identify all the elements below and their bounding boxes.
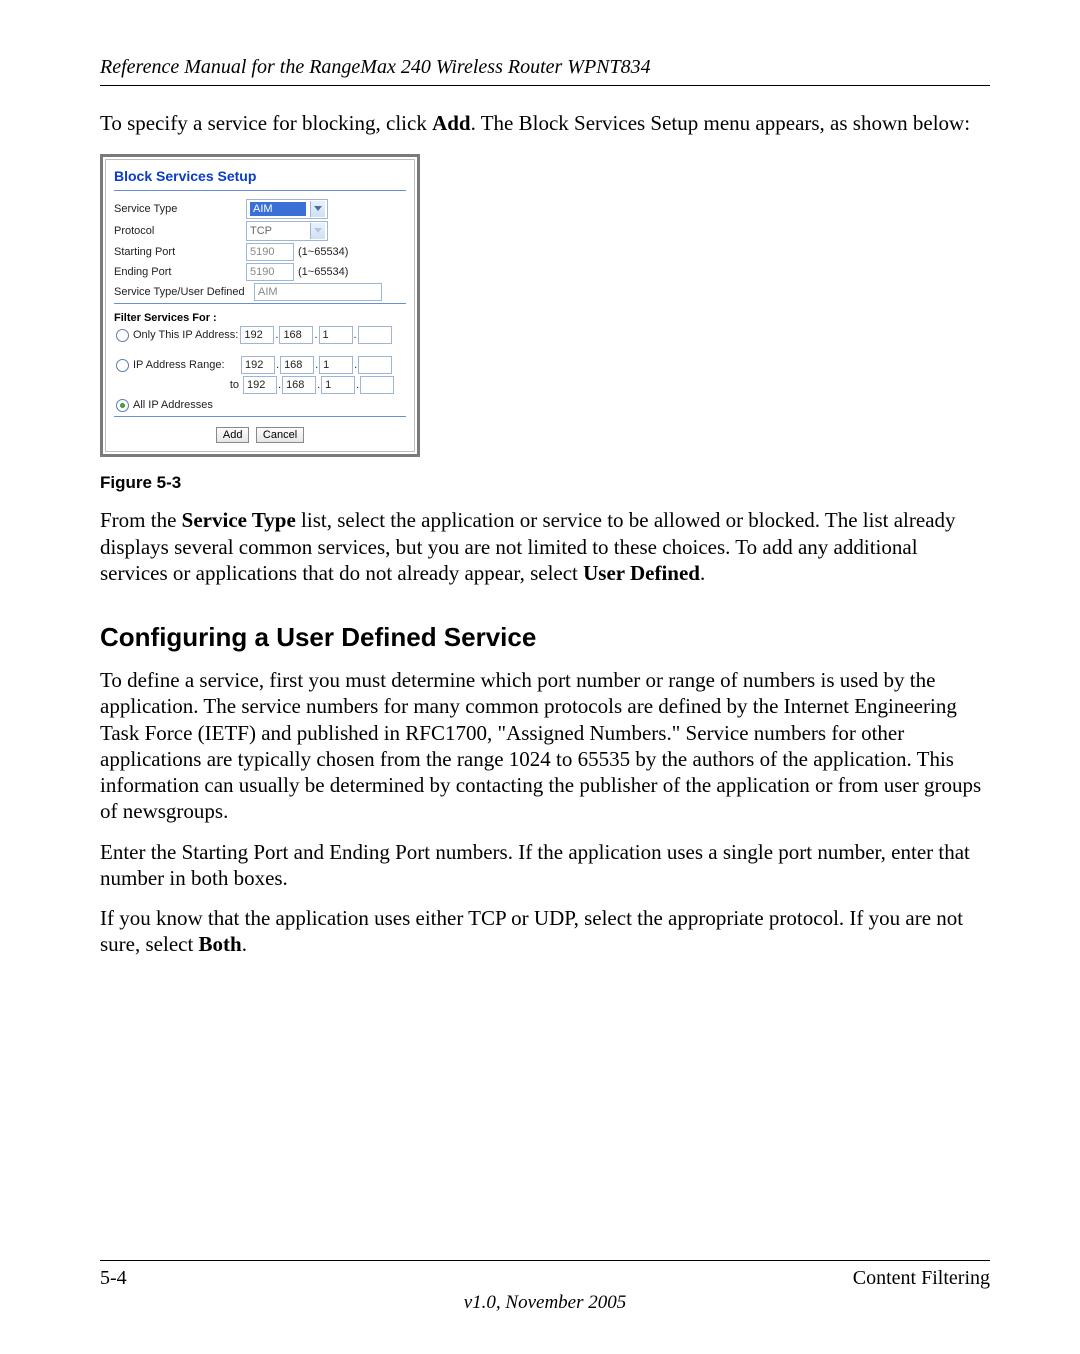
block-services-screenshot: Block Services Setup Service Type AIM Pr… xyxy=(100,154,420,457)
port-range-hint: (1~65534) xyxy=(298,246,348,258)
intro-bold-add: Add xyxy=(432,111,471,135)
ip-range-to-group: 192. 168. 1. xyxy=(243,376,394,394)
ip-octet-input[interactable]: 168 xyxy=(282,376,316,394)
panel-title: Block Services Setup xyxy=(114,168,406,184)
label-to: to xyxy=(114,379,243,391)
add-button[interactable]: Add xyxy=(216,427,250,443)
ip-octet-input[interactable]: 192 xyxy=(241,356,275,374)
protocol-select[interactable]: TCP xyxy=(246,221,328,241)
footer-rule xyxy=(100,1260,990,1261)
intro-paragraph: To specify a service for blocking, click… xyxy=(100,110,990,136)
service-type-select[interactable]: AIM xyxy=(246,199,328,219)
ports-paragraph: Enter the Starting Port and Ending Port … xyxy=(100,839,990,892)
ip-octet-input[interactable] xyxy=(358,326,392,344)
service-type-value: AIM xyxy=(250,202,306,216)
footer-version: v1.0, November 2005 xyxy=(100,1292,990,1314)
radio-only-ip[interactable] xyxy=(116,329,129,342)
chevron-down-icon xyxy=(310,223,325,239)
intro-text-post: . The Block Services Setup menu appears,… xyxy=(471,111,970,135)
intro-text: To specify a service for blocking, click xyxy=(100,111,432,135)
ip-octet-input[interactable]: 1 xyxy=(321,376,355,394)
cancel-button[interactable]: Cancel xyxy=(256,427,304,443)
service-type-paragraph: From the Service Type list, select the a… xyxy=(100,507,990,586)
ip-octet-input[interactable]: 168 xyxy=(280,356,314,374)
label-service-type: Service Type xyxy=(114,203,246,215)
protocol-value: TCP xyxy=(250,225,306,237)
radio-all-ip[interactable] xyxy=(116,399,129,412)
chevron-down-icon xyxy=(310,201,325,217)
define-service-paragraph: To define a service, first you must dete… xyxy=(100,667,990,825)
section-heading: Configuring a User Defined Service xyxy=(100,622,990,653)
ip-octet-input[interactable]: 192 xyxy=(240,326,274,344)
ip-octet-input[interactable] xyxy=(358,356,392,374)
ip-octet-input[interactable] xyxy=(360,376,394,394)
port-range-hint: (1~65534) xyxy=(298,266,348,278)
radio-ip-range[interactable] xyxy=(116,359,129,372)
label-user-defined: Service Type/User Defined xyxy=(114,286,254,298)
protocol-paragraph: If you know that the application uses ei… xyxy=(100,905,990,958)
page-header: Reference Manual for the RangeMax 240 Wi… xyxy=(100,56,990,79)
user-defined-input[interactable]: AIM xyxy=(254,283,382,301)
filter-heading: Filter Services For : xyxy=(114,312,406,324)
panel-rule xyxy=(114,190,406,191)
ip-octet-input[interactable]: 1 xyxy=(319,356,353,374)
ending-port-input[interactable]: 5190 xyxy=(246,263,294,281)
label-starting-port: Starting Port xyxy=(114,246,246,258)
panel-rule xyxy=(114,416,406,417)
page-number: 5-4 xyxy=(100,1267,127,1290)
label-all-ip: All IP Addresses xyxy=(133,399,213,411)
only-ip-input-group: 192. 168. 1. xyxy=(240,326,391,344)
label-protocol: Protocol xyxy=(114,225,246,237)
figure-caption: Figure 5-3 xyxy=(100,473,990,493)
ip-range-from-group: 192. 168. 1. xyxy=(241,356,392,374)
ip-octet-input[interactable]: 192 xyxy=(243,376,277,394)
label-ip-range: IP Address Range: xyxy=(133,359,241,371)
footer-line: 5-4 Content Filtering xyxy=(100,1267,990,1290)
section-name: Content Filtering xyxy=(853,1267,990,1290)
panel-rule xyxy=(114,303,406,304)
ip-octet-input[interactable]: 168 xyxy=(279,326,313,344)
label-ending-port: Ending Port xyxy=(114,266,246,278)
header-rule xyxy=(100,85,990,86)
ip-octet-input[interactable]: 1 xyxy=(319,326,353,344)
starting-port-input[interactable]: 5190 xyxy=(246,243,294,261)
label-only-ip: Only This IP Address: xyxy=(133,329,238,341)
